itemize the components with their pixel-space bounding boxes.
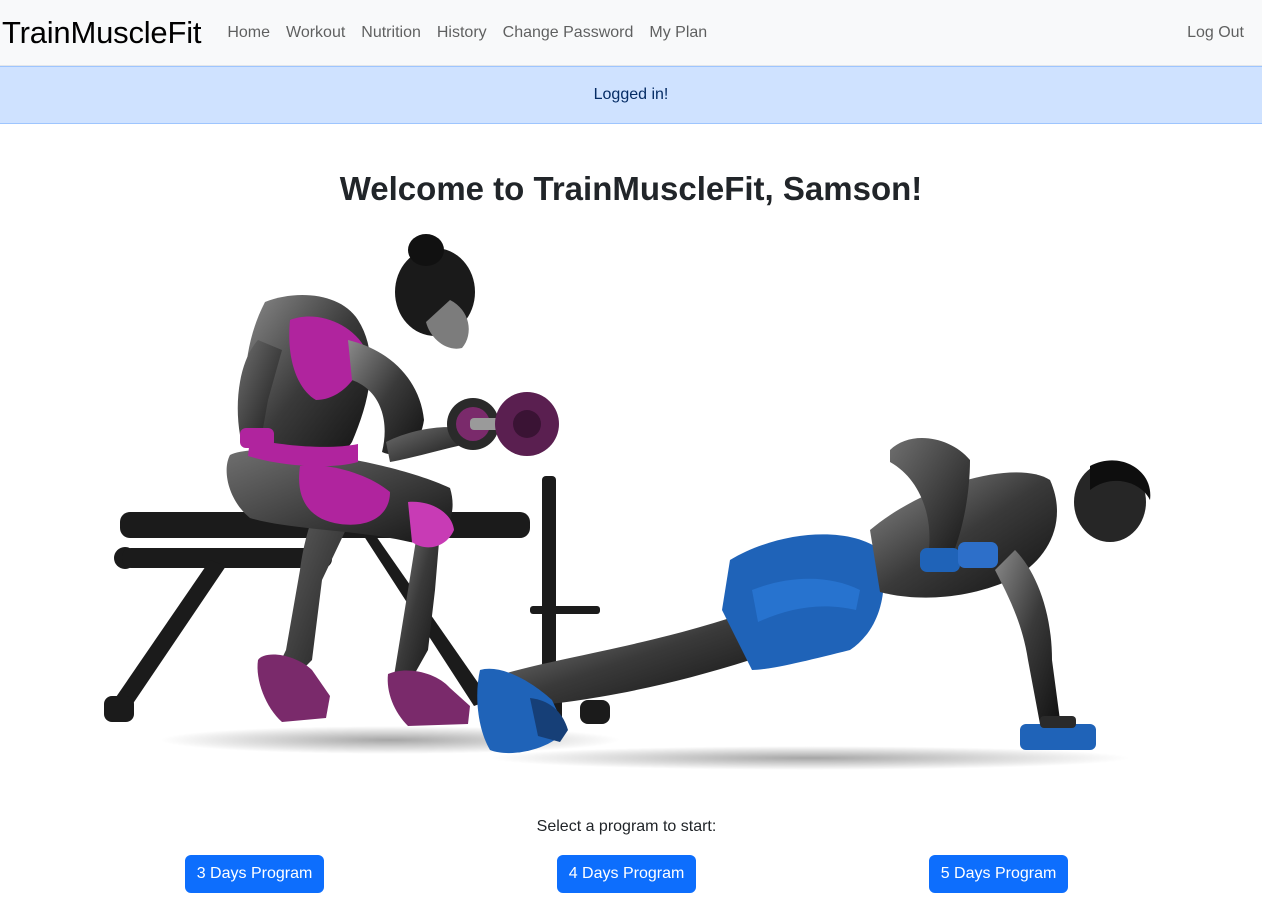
brand-link[interactable]: TrainMuscleFit xyxy=(0,15,202,51)
nav-links: Home Workout Nutrition History Change Pa… xyxy=(219,24,715,42)
program-4-days-button[interactable]: 4 Days Program xyxy=(557,855,696,893)
nav-link-my-plan[interactable]: My Plan xyxy=(641,24,715,42)
program-prompt: Select a program to start: xyxy=(536,818,717,835)
program-3-days-button[interactable]: 3 Days Program xyxy=(185,855,324,893)
nav-link-change-password[interactable]: Change Password xyxy=(495,24,642,42)
alert-message: Logged in! xyxy=(593,86,669,103)
nav-link-history[interactable]: History xyxy=(429,24,495,42)
logout-link[interactable]: Log Out xyxy=(1179,24,1262,42)
nav-link-nutrition[interactable]: Nutrition xyxy=(353,24,429,42)
navbar: TrainMuscleFit Home Workout Nutrition Hi… xyxy=(0,0,1262,66)
welcome-heading: Welcome to TrainMuscleFit, Samson! xyxy=(339,170,923,207)
nav-link-workout[interactable]: Workout xyxy=(278,24,353,42)
program-5-days-button[interactable]: 5 Days Program xyxy=(929,855,1068,893)
hero-image xyxy=(104,234,1151,770)
login-alert: Logged in! xyxy=(0,66,1262,124)
nav-link-home[interactable]: Home xyxy=(219,24,278,42)
